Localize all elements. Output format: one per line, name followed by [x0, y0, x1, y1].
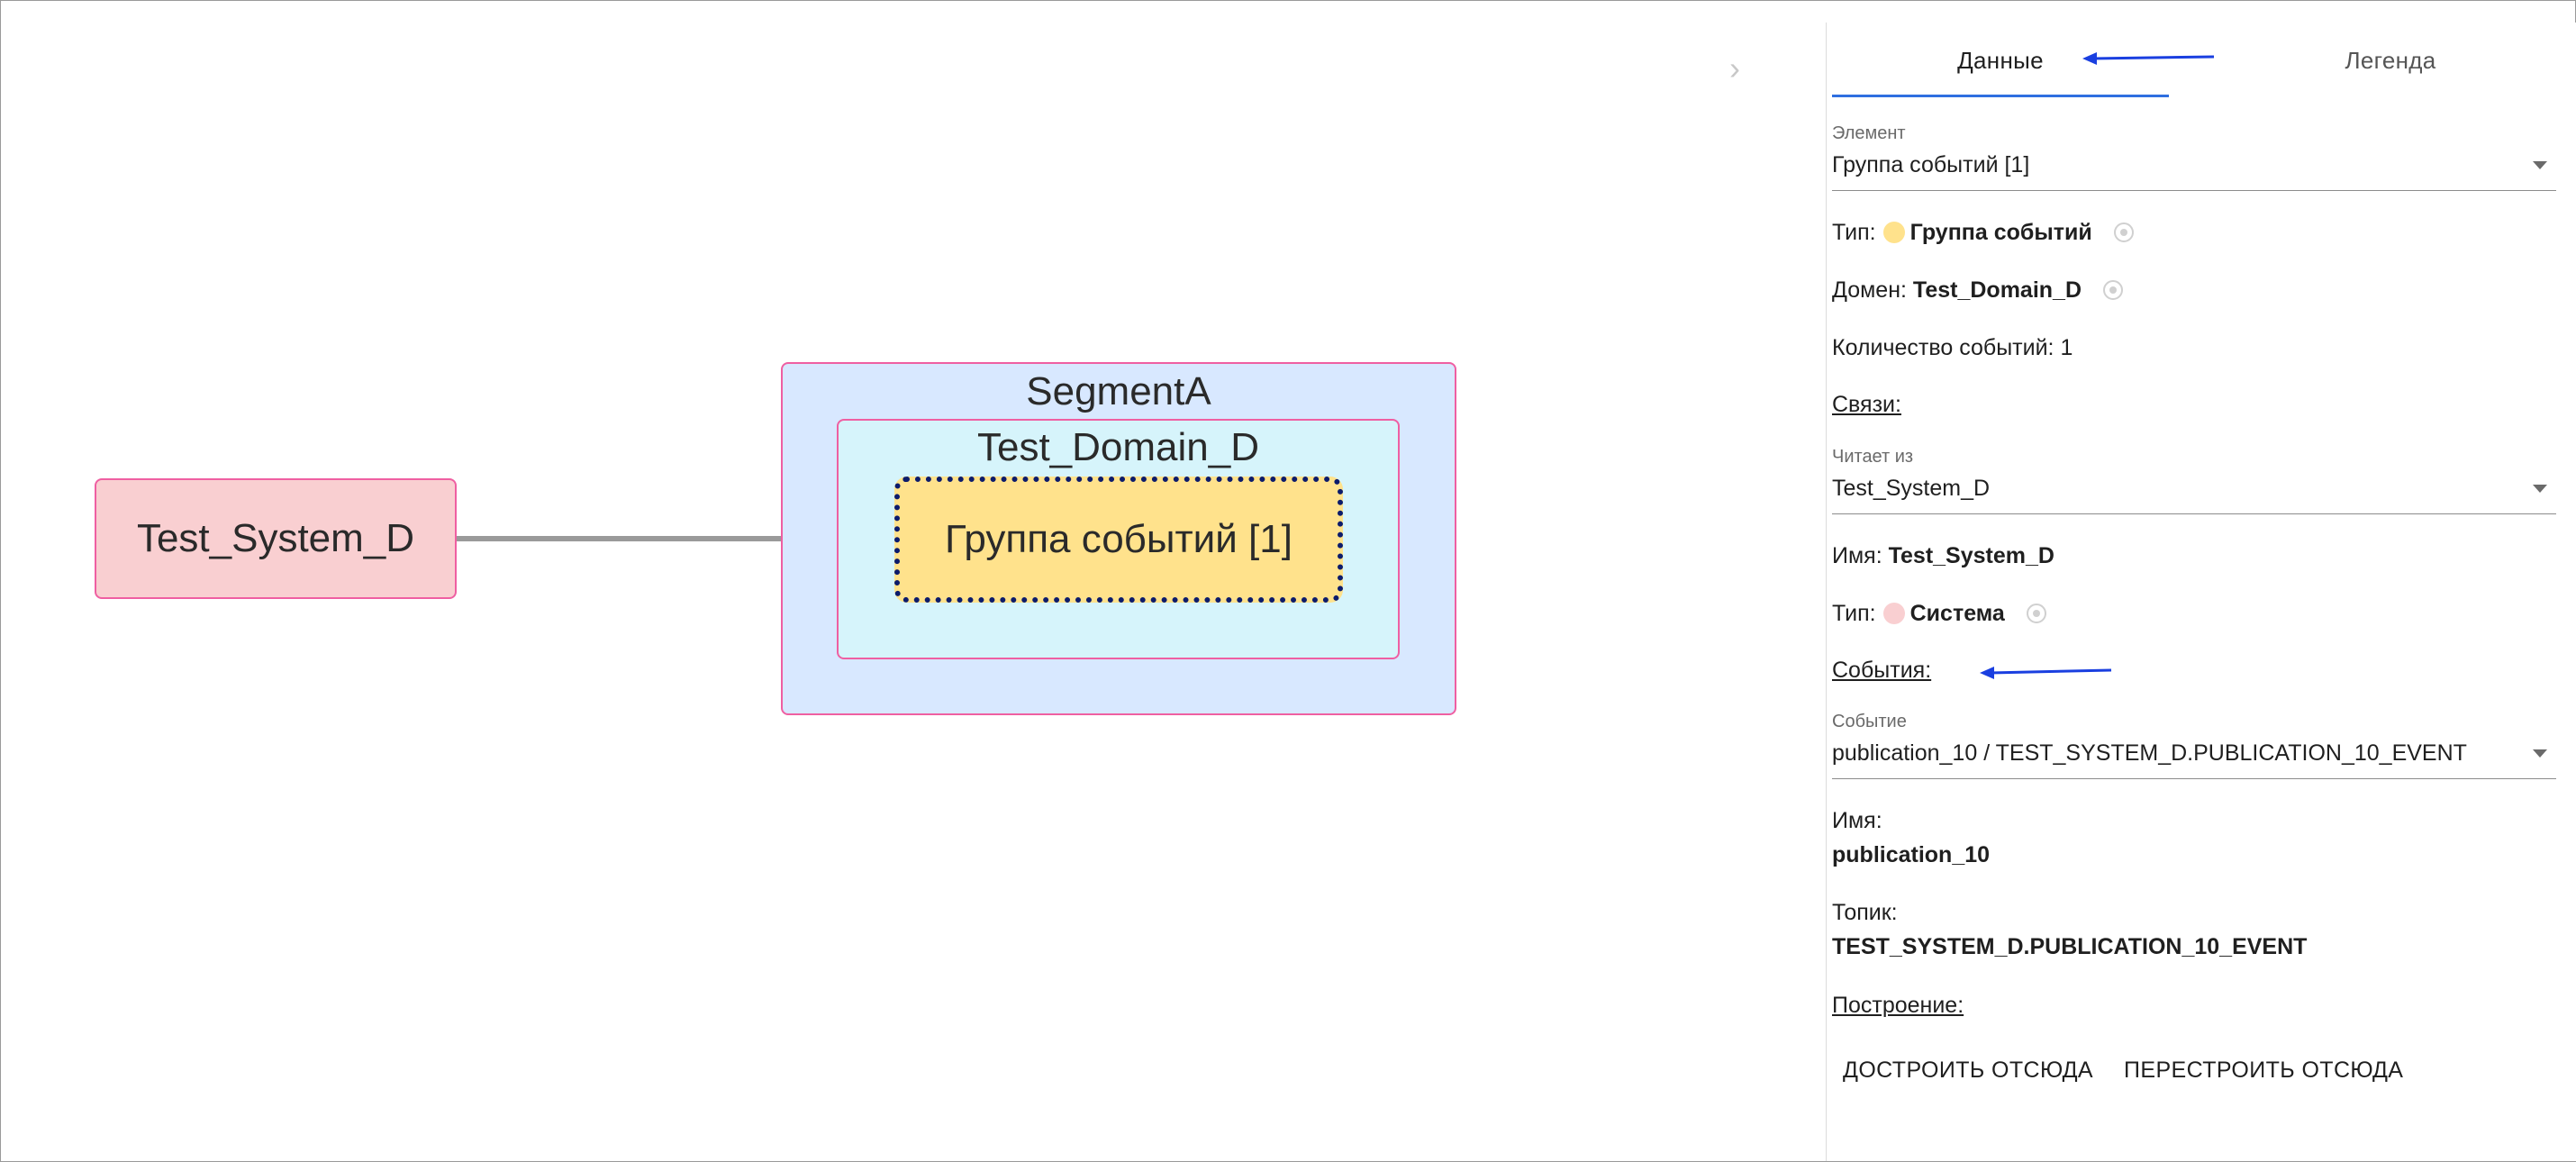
build-heading: Построение:	[1832, 993, 1964, 1018]
diagram-canvas[interactable]: Test_System_D SegmentA Test_Domain_D Гру…	[1, 1, 1826, 1161]
chevron-right-icon[interactable]: ›	[1721, 50, 1748, 86]
type-row: Тип: Группа событий	[1832, 214, 2136, 250]
type-value: Группа событий	[1909, 219, 2092, 245]
tab-active-indicator	[1832, 95, 2169, 97]
tab-data[interactable]: Данные	[1832, 23, 2169, 98]
segment-title: SegmentA	[1026, 369, 1211, 413]
domain-row: Домен: Test_Domain_D	[1832, 272, 2125, 308]
extend-from-here-button[interactable]: ДОСТРОИТЬ ОТСЮДА	[1832, 1046, 2104, 1094]
node-label: Test_System_D	[136, 516, 415, 560]
details-panel: Данные Легенда Элемент Группа событий [1…	[1826, 23, 2576, 1161]
caret-down-icon	[2533, 485, 2547, 493]
system-color-dot-icon	[1882, 603, 1905, 624]
system-name-prefix: Имя:	[1832, 542, 1882, 568]
panel-tabs: Данные Легенда	[1827, 23, 2565, 98]
event-select[interactable]: publication_10 / TEST_SYSTEM_D.PUBLICATI…	[1832, 733, 2556, 779]
element-select-value: Группа событий [1]	[1832, 152, 2030, 177]
tab-legend[interactable]: Легенда	[2216, 23, 2565, 98]
locate-icon[interactable]	[2025, 602, 2048, 625]
rebuild-from-here-button[interactable]: ПЕРЕСТРОИТЬ ОТСЮДА	[2113, 1046, 2414, 1094]
domain-value: Test_Domain_D	[1912, 277, 2082, 303]
reads-from-select-field: Читает из Test_System_D	[1832, 445, 2556, 514]
node-test-system-d[interactable]: Test_System_D	[95, 478, 457, 599]
event-group-color-dot-icon	[1882, 222, 1905, 243]
system-type-prefix: Тип:	[1832, 600, 1876, 626]
caret-down-icon	[2533, 749, 2547, 758]
event-name-label: Имя:	[1832, 808, 1882, 833]
event-select-value: publication_10 / TEST_SYSTEM_D.PUBLICATI…	[1832, 740, 2467, 766]
reads-from-select[interactable]: Test_System_D	[1832, 468, 2556, 514]
reads-from-label: Читает из	[1832, 447, 1914, 467]
system-type-row: Тип: Система	[1832, 595, 2048, 631]
links-heading: Связи:	[1832, 392, 1901, 417]
annotation-arrow-icon	[1980, 667, 2112, 679]
event-select-label: Событие	[1832, 712, 1907, 731]
system-name-row: Имя: Test_System_D	[1832, 538, 2054, 574]
element-select[interactable]: Группа событий [1]	[1832, 145, 2556, 191]
element-select-label: Элемент	[1832, 123, 1906, 143]
topic-value: TEST_SYSTEM_D.PUBLICATION_10_EVENT	[1832, 934, 2308, 959]
events-heading: События:	[1832, 658, 1932, 683]
events-count: Количество событий: 1	[1832, 334, 2073, 360]
node-event-group-selected[interactable]: Группа событий [1]	[894, 477, 1343, 603]
event-name-value: publication_10	[1832, 842, 1991, 867]
topic-label: Топик:	[1832, 900, 1898, 925]
event-select-field: Событие publication_10 / TEST_SYSTEM_D.P…	[1832, 710, 2556, 779]
domain-title: Test_Domain_D	[976, 425, 1260, 469]
domain-prefix: Домен:	[1832, 277, 1907, 303]
type-prefix: Тип:	[1832, 219, 1876, 245]
locate-icon[interactable]	[2101, 278, 2125, 302]
system-type-value: Система	[1909, 600, 2005, 626]
node-label: Группа событий [1]	[945, 517, 1293, 561]
system-name-value: Test_System_D	[1888, 542, 2054, 568]
element-select-field: Элемент Группа событий [1]	[1832, 122, 2556, 191]
locate-icon[interactable]	[2112, 221, 2136, 244]
caret-down-icon	[2533, 161, 2547, 169]
reads-from-value: Test_System_D	[1832, 476, 1991, 501]
